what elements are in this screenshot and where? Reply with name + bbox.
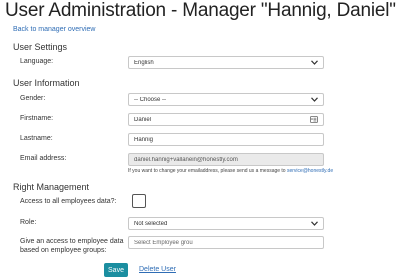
language-label: Language: — [20, 58, 54, 65]
lastname-field[interactable]: Hannig — [128, 133, 324, 146]
gender-value: -- Choose -- — [134, 96, 167, 103]
right-management-heading: Right Management — [13, 182, 90, 192]
chevron-down-icon — [310, 96, 318, 104]
chevron-down-icon — [310, 59, 318, 67]
lastname-label: Lastname: — [20, 135, 53, 142]
save-button[interactable]: Save — [104, 263, 128, 277]
firstname-label: Firstname: — [20, 115, 54, 122]
access-all-checkbox[interactable] — [132, 194, 146, 208]
contact-card-icon[interactable] — [310, 115, 318, 124]
gender-label: Gender: — [20, 95, 46, 102]
user-settings-heading: User Settings — [13, 42, 68, 52]
employee-groups-label-line2: based on employee groups: — [20, 247, 107, 254]
role-value: Not selected — [134, 220, 168, 227]
language-select[interactable]: English — [128, 56, 324, 69]
firstname-value: Daniel — [134, 116, 152, 123]
employee-groups-label-line1: Give an access to employee data — [20, 238, 124, 245]
access-all-label: Access to all employees data?: — [20, 198, 117, 205]
role-label: Role: — [20, 219, 37, 226]
employee-groups-placeholder: Select Employee grou — [134, 239, 193, 246]
gender-select[interactable]: -- Choose -- — [128, 93, 324, 106]
employee-groups-label: Give an access to employee data based on… — [20, 237, 124, 255]
back-to-manager-overview-link[interactable]: Back to manager overview — [13, 26, 95, 33]
delete-user-link[interactable]: Delete User — [139, 266, 176, 273]
language-value: English — [134, 59, 154, 66]
email-change-hint: If you want to change your emailaddress,… — [128, 168, 333, 174]
chevron-down-icon — [310, 220, 318, 228]
page-title: User Administration - Manager "Hannig, D… — [5, 0, 396, 21]
lastname-value: Hannig — [134, 136, 154, 143]
firstname-field[interactable]: Daniel — [128, 113, 324, 126]
email-value: daniel.hannig+vallanein@honestly.com — [134, 156, 238, 163]
email-label: Email address: — [20, 155, 67, 162]
user-information-heading: User Information — [13, 78, 80, 88]
employee-groups-select[interactable]: Select Employee grou — [128, 236, 324, 249]
service-email-link[interactable]: service@honestly.de — [287, 168, 333, 174]
role-select[interactable]: Not selected — [128, 217, 324, 230]
email-field: daniel.hannig+vallanein@honestly.com — [128, 153, 324, 166]
email-hint-text: If you want to change your emailaddress,… — [128, 168, 286, 174]
